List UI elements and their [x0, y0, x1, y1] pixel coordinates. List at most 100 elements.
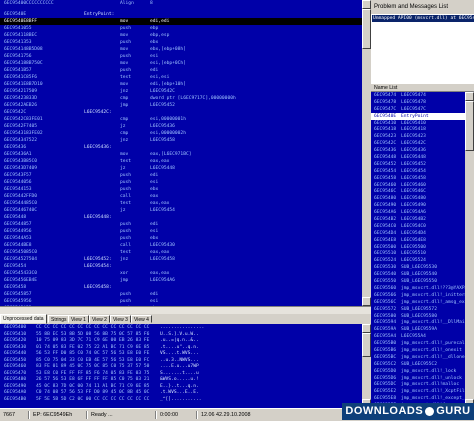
scroll-thumb[interactable]	[465, 101, 474, 151]
name-list-item[interactable]: 6EC954E8 L6EC954E8	[371, 237, 465, 244]
problems-list[interactable]	[371, 14, 474, 84]
name-list-item[interactable]: 6EC9542C L6EC9542C	[371, 140, 465, 147]
disassembly-row[interactable]: 6EC9543D 7409 jz L6EC95448	[0, 165, 362, 172]
name-list-item[interactable]: 6EC95524 L6EC95524	[371, 257, 465, 264]
name-list-item[interactable]: 6EC95448 L6EC95448	[371, 154, 465, 161]
name-list-item[interactable]: 6EC95478 L6EC95478	[371, 99, 465, 106]
disassembly-row[interactable]: 6EC95421 7509 jnz L6EC9542C	[0, 88, 362, 95]
name-list-item[interactable]: 6EC95500 L6EC95500	[371, 244, 465, 251]
name-list-item[interactable]: 6EC9559A SUB_L6EC9559A	[371, 326, 465, 333]
name-list-item[interactable]: 6EC95530 SUB_L6EC95530	[371, 264, 465, 271]
name-list-item[interactable]: 6EC95423 L6EC95423	[371, 133, 465, 140]
name-list-item[interactable]: 6EC954B2 L6EC954B2	[371, 216, 465, 223]
name-list-item[interactable]: 6EC955D0 jmp_msvcrt.dll!_lock	[371, 368, 465, 375]
name-list-item[interactable]: 6EC9556C jmp_msvcrt.dll!_amsg_exit	[371, 299, 465, 306]
tab-view-2[interactable]: View 2	[89, 315, 110, 323]
name-list-item[interactable]: 6EC95474 L6EC95474	[371, 92, 465, 99]
disassembly-row[interactable]: 6EC95414 8B5D08 mov ebx,[ebp+08h]	[0, 46, 362, 53]
unprocessed-data-view[interactable]: 6EC95400 CC CC CC CC CC CC CC CC CC CC CC…	[0, 324, 362, 408]
name-list-item[interactable]: 6EC955C2 SUB_L6EC955C2	[371, 361, 465, 368]
name-list-item[interactable]: 6EC95480 L6EC95480	[371, 195, 465, 202]
scroll-down-button[interactable]	[362, 297, 371, 306]
disassembly-row[interactable]: 6EC9540E 8BFF mov edi,edi	[0, 18, 362, 25]
name-list-item[interactable]: 6EC955B6 jmp_msvcrt.dll!_onexit	[371, 347, 465, 354]
name-list-item[interactable]: 6EC95572 SUB_L6EC95572	[371, 306, 465, 313]
disassembly-row[interactable]: 6EC95440 56 push esi	[0, 179, 362, 186]
name-list-item[interactable]: 6EC955BCjmp_msvcrt.dll!__dllonexit	[371, 354, 465, 361]
disassembly-row[interactable]: 6EC9542A EB26 jmp L6EC95452	[0, 102, 362, 109]
disassembly-row[interactable]: 6EC9544B E8 call L6EC95430	[0, 242, 362, 249]
name-list-item[interactable]: 6EC955E2jmp_msvcrt.dll!_XcptFilter	[371, 388, 465, 395]
disassembly-row[interactable]: 6EC95418 8B750C mov esi,[ebp+0Ch]	[0, 60, 362, 67]
disassembly-row[interactable]: 6EC95423 833D cmp dword ptr [L6EC9717C],000…	[0, 95, 362, 102]
tab-unprocessed-data[interactable]: Unprocessed data	[0, 314, 47, 324]
disassembly-row[interactable]: 6EC95456 EB4E jmp L6EC954A6	[0, 277, 362, 284]
name-list-item[interactable]: 6EC955DC jmp_msvcrt.dll!malloc	[371, 381, 465, 388]
name-list-item[interactable]: 6EC95560jmp_msvcrt.dll!??3@YAXPAX@Z	[371, 285, 465, 292]
scroll-up-button[interactable]	[362, 0, 371, 9]
disassembly-row[interactable]: 6EC9543B 85C0 test eax,eax	[0, 158, 362, 165]
scroll-thumb[interactable]	[362, 9, 371, 49]
disassembly-row[interactable]: 6EC95417 56 push esi	[0, 53, 362, 60]
name-list-item[interactable]: 6EC95540 SUB_L6EC95540	[371, 271, 465, 278]
disassembly-row[interactable]: 6EC95459 56 push esi	[0, 298, 362, 305]
disassembly-row[interactable]: 6EC95413 53 push ebx	[0, 39, 362, 46]
name-list-item[interactable]: 6EC95550 SUB_L6EC95550	[371, 278, 465, 285]
disassembly-row[interactable]: 6EC95441 53 push ebx	[0, 186, 362, 193]
disassembly-row[interactable]: 6EC95400 CCCCCCCCCC Align 8	[0, 0, 362, 7]
disassembly-row[interactable]: 6EC95431 83FE02 cmp esi,00000002h	[0, 130, 362, 137]
name-list-item[interactable]: 6EC95510 L6EC95510	[371, 250, 465, 257]
scroll-thumb[interactable]	[362, 333, 371, 357]
disassembly-row[interactable]: 6EC95458 57 push edi	[0, 291, 362, 298]
name-list-item[interactable]: 6EC95460 L6EC95460	[371, 182, 465, 189]
disassembly-row[interactable]: 6EC95446 740C jz L6EC95454	[0, 207, 362, 214]
raw-data-row[interactable]: 6EC954B0 5F 5E 5B 5D C2 0C 00 CC CC CC CC…	[0, 396, 362, 403]
disassembly-row[interactable]: 6EC95436 A1 mov eax,[L6EC971BC]	[0, 151, 362, 158]
name-list-item[interactable]: 6EC9546C L6EC9546C	[371, 188, 465, 195]
name-list-item[interactable]: 6EC95436 L6EC95436	[371, 147, 465, 154]
disassembly-row[interactable]: 6EC9544A 53 push ebx	[0, 235, 362, 242]
disassembly-row[interactable]: 6EC95454 33C0 xor eax,eax	[0, 270, 362, 277]
name-list-item[interactable]: 6EC95594jmp_msvcrt.dll!__DllMainCRT	[371, 319, 465, 326]
disassembly-row[interactable]: 6EC9542C 83FE01 cmp esi,00000001h	[0, 116, 362, 123]
disassembly-row[interactable]: 6EC9541C 85F6 test esi,esi	[0, 74, 362, 81]
disassembly-row[interactable]: 6EC95410 55 push ebp	[0, 25, 362, 32]
tab-view-1[interactable]: View 1	[68, 315, 89, 323]
problem-message[interactable]: Unmapped API00 (msvcrt.dll) at 6EC9540E	[372, 15, 474, 22]
disassembly-view[interactable]: 6EC95400 CCCCCCCCCC Align 8 6EC9540E EntryPoi…	[0, 0, 362, 306]
name-list-item[interactable]: 6EC954A6 L6EC954A6	[371, 209, 465, 216]
name-list-vertical-scrollbar[interactable]	[465, 92, 474, 408]
name-list-item[interactable]: 6EC954C0 L6EC954C0	[371, 223, 465, 230]
disassembly-row[interactable]: 6EC9540E EntryPoint:	[0, 11, 362, 18]
tab-strings[interactable]: Strings	[48, 315, 70, 323]
raw-data-vertical-scrollbar[interactable]	[362, 324, 371, 408]
disassembly-row[interactable]: 6EC9542F 7405 jz L6EC95436	[0, 123, 362, 130]
tab-view-4[interactable]: View 4	[131, 315, 152, 323]
name-list-item[interactable]: 6EC95452 L6EC95452	[371, 161, 465, 168]
name-list-item[interactable]: 6EC955A4 L6EC955A4	[371, 333, 465, 340]
scroll-up-button[interactable]	[465, 92, 474, 101]
disassembly-row[interactable]: 6EC95442 FFD0 call eax	[0, 193, 362, 200]
disassembly-row[interactable]: 6EC95450 85C0 test eax,eax	[0, 249, 362, 256]
name-list-item[interactable]: 6EC954D4 L6EC954D4	[371, 230, 465, 237]
disassembly-row[interactable]: 6EC95411 8BEC mov ebp,esp	[0, 32, 362, 39]
name-list-item[interactable]: 6EC955E8jmp_msvcrt.dll!_except_handler	[371, 395, 465, 402]
name-list-item[interactable]: 6EC955D6 jmp_msvcrt.dll!_unlock	[371, 375, 465, 382]
name-list-item[interactable]: 6EC95454 L6EC95454	[371, 168, 465, 175]
tab-view-3[interactable]: View 3	[110, 315, 131, 323]
disassembly-row[interactable]: 6EC95454 L6EC95454:	[0, 263, 362, 270]
disassembly-row[interactable]: 6EC95444 85C0 test eax,eax	[0, 200, 362, 207]
name-list-item[interactable]: 6EC95418 L6EC95418	[371, 126, 465, 133]
name-list-item[interactable]: 6EC95490 L6EC95490	[371, 202, 465, 209]
name-list-item[interactable]: 6EC95566 jmp_msvcrt.dll!_initterm	[371, 292, 465, 299]
name-list[interactable]: 6EC95474 L6EC95474 6EC95478 L6EC95478 6EC954…	[371, 92, 465, 408]
disassembly-row[interactable]: 6EC95449 56 push esi	[0, 228, 362, 235]
name-list-item[interactable]: 6EC955B0 jmp_msvcrt.dll!_purecall	[371, 340, 465, 347]
disassembly-row[interactable]: 6EC95458 L6EC95458:	[0, 284, 362, 291]
disassembly-vertical-scrollbar[interactable]	[362, 0, 371, 306]
disassembly-row[interactable]: 6EC95436 L6EC95436:	[0, 144, 362, 151]
disassembly-row[interactable]: 6EC9542C L6EC9542C:	[0, 109, 362, 116]
name-list-item[interactable]: 6EC9547C L6EC9547C	[371, 106, 465, 113]
disassembly-row[interactable]: 6EC95434 7522 jnz L6EC95458	[0, 137, 362, 144]
disassembly-row[interactable]: 6EC9541E 8B7D10 mov edi,[ebp+10h]	[0, 81, 362, 88]
